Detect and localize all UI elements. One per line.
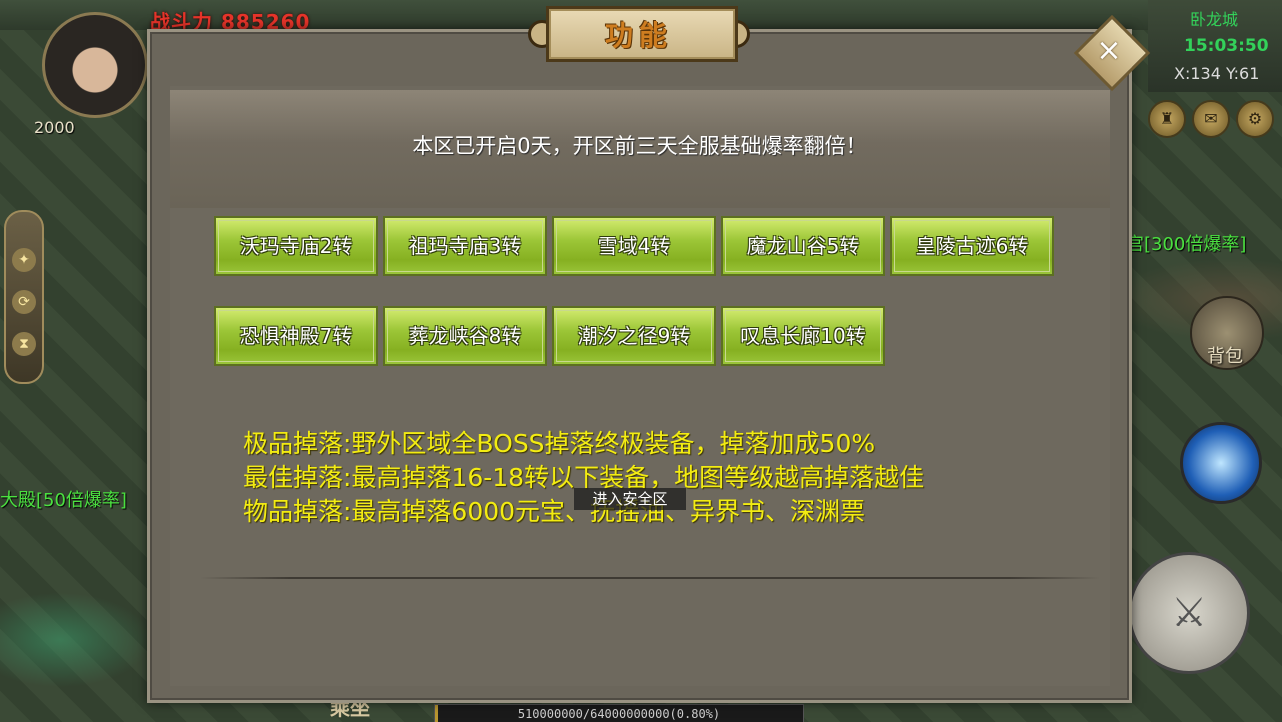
safe-zone-toast: 进入安全区 <box>574 488 686 510</box>
drop-info-line: 物品掉落:最高掉落6000元宝、抚摇油、异界书、深渊票 <box>243 497 866 526</box>
zone-button[interactable]: 皇陵古迹6转 <box>890 216 1054 276</box>
hourglass-icon[interactable]: ⧗ <box>12 332 36 356</box>
refresh-icon[interactable]: ⟳ <box>12 290 36 314</box>
settings-icon[interactable]: ⚙ <box>1236 100 1274 138</box>
panel-title: 功能 <box>604 19 673 52</box>
panel-title-plate: 功能 <box>528 6 750 62</box>
close-icon[interactable]: × <box>1085 27 1133 75</box>
zone-button[interactable]: 葬龙峡谷8转 <box>383 306 547 366</box>
coordinates: X:134 Y:61 <box>1174 64 1260 83</box>
mail-icon[interactable]: ✉ <box>1192 100 1230 138</box>
exp-bar: 510000000/64000000000(0.80%) <box>434 704 804 722</box>
left-hall-label[interactable]: 大殿[50倍爆率] <box>0 486 127 512</box>
bag-button-label[interactable]: 背包 <box>1207 342 1243 368</box>
clock: 15:03:50 <box>1184 36 1269 56</box>
player-level: 2000 <box>34 118 75 137</box>
sword-icon[interactable]: ⚔ <box>1128 552 1250 674</box>
zone-button[interactable]: 祖玛寺庙3转 <box>383 216 547 276</box>
zone-button[interactable]: 叹息长廊10转 <box>721 306 885 366</box>
gift-icon[interactable]: ✦ <box>12 248 36 272</box>
zone-button[interactable]: 雪域4转 <box>552 216 716 276</box>
zone-button[interactable]: 魔龙山谷5转 <box>721 216 885 276</box>
exp-text: 510000000/64000000000(0.80%) <box>517 707 721 721</box>
map-name: 卧龙城 <box>1190 10 1239 29</box>
trophy-icon[interactable]: ♜ <box>1148 100 1186 138</box>
left-quick-bar: ✦ ⟳ ⧗ <box>4 210 44 384</box>
zone-button[interactable]: 恐惧神殿7转 <box>214 306 378 366</box>
avatar[interactable] <box>42 12 148 118</box>
skill-icon[interactable] <box>1180 422 1262 504</box>
zone-button[interactable]: 沃玛寺庙2转 <box>214 216 378 276</box>
divider <box>200 577 1100 579</box>
function-panel: 本区已开启0天，开区前三天全服基础爆率翻倍！ 沃玛寺庙2转 祖玛寺庙3转 雪域4… <box>147 29 1132 703</box>
drop-info-line: 极品掉落:野外区域全BOSS掉落终极装备，掉落加成50% <box>243 429 876 458</box>
zone-button[interactable]: 潮汐之径9转 <box>552 306 716 366</box>
right-hall-label[interactable]: 宫[300倍爆率] <box>1126 230 1246 256</box>
notice-text: 本区已开启0天，开区前三天全服基础爆率翻倍！ <box>412 134 867 158</box>
